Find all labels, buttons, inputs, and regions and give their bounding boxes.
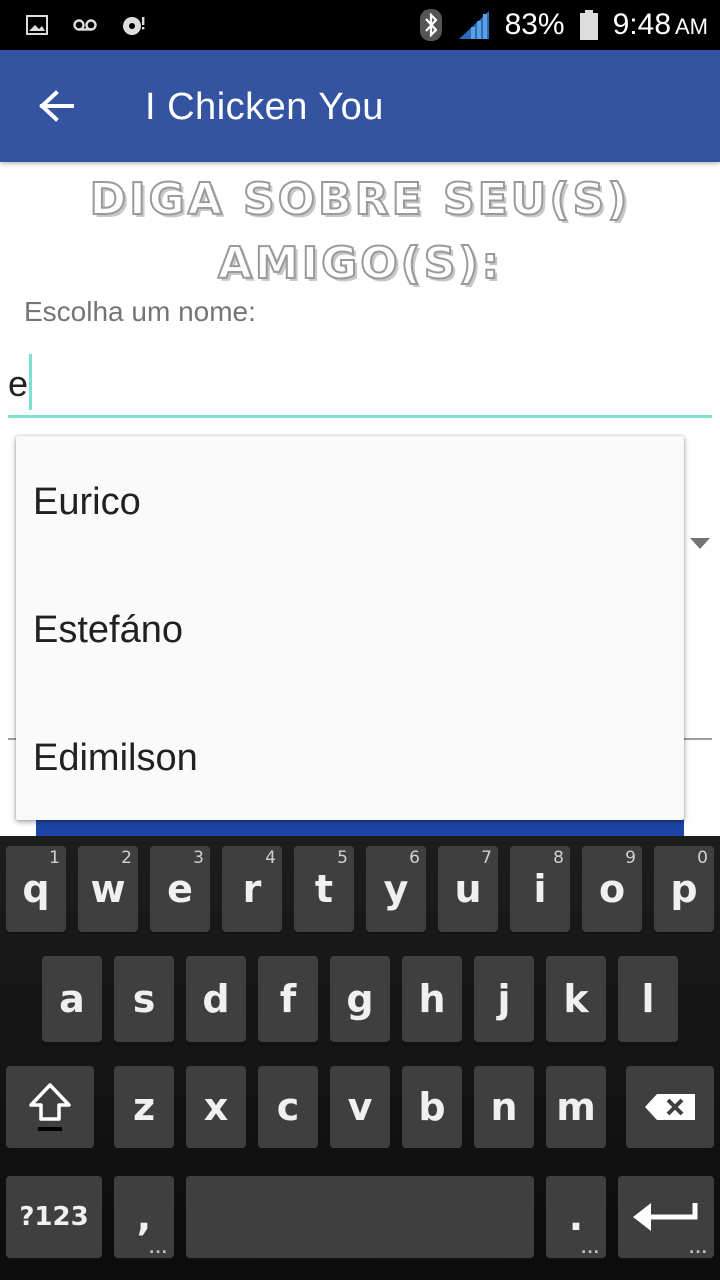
key-hint: 4	[265, 848, 276, 868]
key-q[interactable]: q1	[6, 846, 66, 932]
key-label: p	[670, 867, 698, 911]
key-a[interactable]: a	[42, 956, 102, 1042]
key-l[interactable]: l	[618, 956, 678, 1042]
key-hint: 3	[193, 848, 204, 868]
key-b[interactable]: b	[402, 1066, 462, 1148]
app-bar: I Chicken You	[0, 50, 720, 162]
key-c[interactable]: c	[258, 1066, 318, 1148]
more-dots: ...	[689, 1241, 708, 1257]
key-n[interactable]: n	[474, 1066, 534, 1148]
key-f[interactable]: f	[258, 956, 318, 1042]
key-i[interactable]: i8	[510, 846, 570, 932]
key-hint: 6	[409, 848, 420, 868]
status-bar: 83% 9:48 AM	[0, 0, 720, 50]
enter-key[interactable]: ...	[618, 1176, 714, 1258]
key-j[interactable]: j	[474, 956, 534, 1042]
key-r[interactable]: r4	[222, 846, 282, 932]
key-hint: 9	[625, 848, 636, 868]
backspace-key[interactable]	[626, 1066, 714, 1148]
key-s[interactable]: s	[114, 956, 174, 1042]
key-label: w	[90, 867, 126, 911]
key-z[interactable]: z	[114, 1066, 174, 1148]
suggestion-item[interactable]: Estefáno	[16, 566, 684, 694]
key-e[interactable]: e3	[150, 846, 210, 932]
key-x[interactable]: x	[186, 1066, 246, 1148]
more-dots: ...	[581, 1241, 600, 1257]
space-key[interactable]	[186, 1176, 534, 1258]
autocomplete-popup: Eurico Estefáno Edimilson	[16, 436, 684, 820]
page-heading: Diga sobre seu(s) amigo(s):	[89, 173, 631, 290]
key-hint: 5	[337, 848, 348, 868]
back-button[interactable]	[24, 78, 88, 134]
key-hint: 1	[49, 848, 60, 868]
clock: 9:48 AM	[613, 8, 708, 42]
key-hint: 0	[697, 848, 708, 868]
battery-percent: 83%	[504, 8, 565, 41]
key-k[interactable]: k	[546, 956, 606, 1042]
key-label: y	[383, 867, 409, 911]
enter-icon	[633, 1203, 698, 1231]
key-label: r	[242, 867, 262, 911]
key-p[interactable]: p0	[654, 846, 714, 932]
suggestion-item[interactable]: Eurico	[16, 438, 684, 566]
key-hint: 8	[553, 848, 564, 868]
key-label: o	[598, 867, 626, 911]
key-y[interactable]: y6	[366, 846, 426, 932]
key-w[interactable]: w2	[78, 846, 138, 932]
shift-key[interactable]	[6, 1066, 94, 1148]
key-m[interactable]: m	[546, 1066, 606, 1148]
signal-icon	[458, 11, 489, 39]
key-v[interactable]: v	[330, 1066, 390, 1148]
comma-key[interactable]: ,...	[114, 1176, 174, 1258]
key-h[interactable]: h	[402, 956, 462, 1042]
backspace-icon	[645, 1094, 695, 1120]
key-u[interactable]: u7	[438, 846, 498, 932]
key-label: e	[167, 867, 193, 911]
key-t[interactable]: t5	[294, 846, 354, 932]
key-label: t	[314, 867, 334, 911]
key-label: .	[568, 1195, 584, 1239]
period-key[interactable]: ....	[546, 1176, 606, 1258]
key-label: q	[22, 867, 50, 911]
image-icon	[26, 15, 48, 35]
key-hint: 2	[121, 848, 132, 868]
key-hint: 7	[481, 848, 492, 868]
shift-icon	[29, 1083, 71, 1131]
battery-icon	[579, 10, 598, 40]
symbols-key[interactable]: ?123	[6, 1176, 102, 1258]
key-g[interactable]: g	[330, 956, 390, 1042]
media-icon	[123, 17, 145, 35]
arrow-left-icon	[39, 90, 74, 122]
voicemail-icon	[73, 19, 97, 31]
text-cursor	[29, 354, 32, 410]
app-title: I Chicken You	[145, 86, 384, 128]
dropdown-arrow-icon[interactable]	[690, 538, 710, 549]
key-o[interactable]: o9	[582, 846, 642, 932]
bluetooth-icon	[419, 9, 442, 41]
key-label: i	[533, 867, 547, 911]
name-input[interactable]	[8, 352, 712, 418]
soft-keyboard: q1 w2 e3 r4 t5 y6 u7 i8 o9 p0 a s d f g …	[0, 836, 720, 1280]
clock-suffix: AM	[675, 14, 708, 39]
key-label: ,	[136, 1195, 152, 1239]
name-label: Escolha um nome:	[24, 296, 256, 327]
more-dots: ...	[149, 1241, 168, 1257]
key-label: u	[454, 867, 482, 911]
clock-time: 9:48	[612, 8, 671, 41]
key-d[interactable]: d	[186, 956, 246, 1042]
suggestion-item[interactable]: Edimilson	[16, 694, 684, 822]
